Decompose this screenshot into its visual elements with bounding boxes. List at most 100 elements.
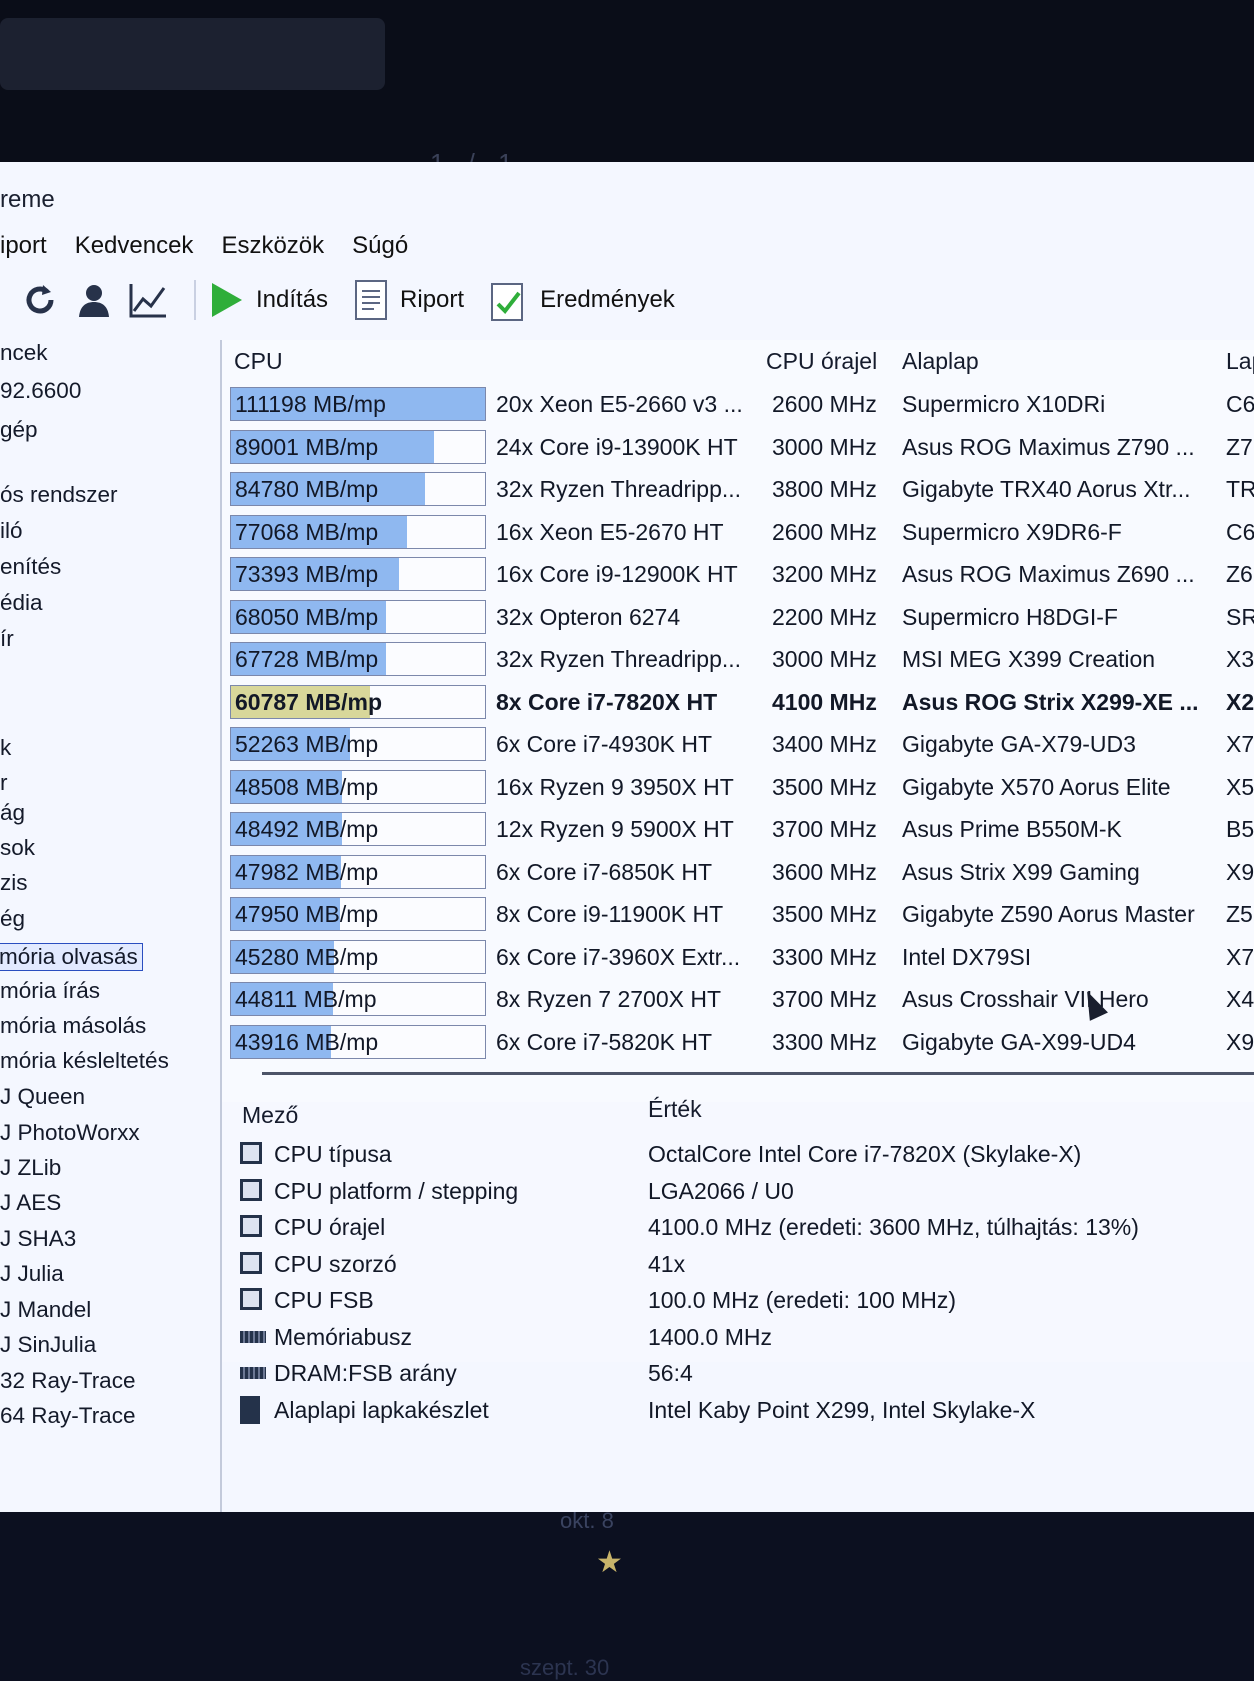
score-value: 45280 MB/mp <box>235 943 379 970</box>
detail-row[interactable]: CPU platform / stepping LGA2066 / U0 <box>222 1173 1254 1209</box>
sidebar-item[interactable]: J PhotoWorxx <box>0 1120 140 1146</box>
sidebar-item[interactable]: iló <box>0 518 23 544</box>
report-button[interactable]: Riport <box>354 279 464 321</box>
detail-row[interactable]: DRAM:FSB arány 56:4 <box>222 1355 1254 1391</box>
sidebar-item[interactable]: mória késleltetés <box>0 1048 169 1074</box>
sidebar-item[interactable]: k <box>0 735 11 761</box>
clock-cell: 3200 MHz <box>772 561 877 587</box>
document-icon <box>355 280 388 320</box>
sidebar-item[interactable]: gép <box>0 417 38 443</box>
cpu-icon <box>240 1251 262 1274</box>
sidebar-item[interactable]: mória másolás <box>0 1013 146 1039</box>
sidebar-item[interactable]: J ZLib <box>0 1155 61 1181</box>
detail-row[interactable]: CPU órajel 4100.0 MHz (eredeti: 3600 MHz,… <box>222 1209 1254 1245</box>
cpu-icon <box>240 1142 262 1164</box>
table-row[interactable]: 67728 MB/mp 32x Ryzen Threadripp... 3000 M… <box>222 639 1254 681</box>
detail-field: Memóriabusz <box>274 1323 413 1350</box>
table-row[interactable]: 48508 MB/mp 16x Ryzen 9 3950X HT 3500 MHz G… <box>222 767 1254 809</box>
table-row[interactable]: 77068 MB/mp 16x Xeon E5-2670 HT 2600 MHz Su… <box>222 512 1254 554</box>
menu-favorites[interactable]: Kedvencek <box>75 232 194 268</box>
detail-row[interactable]: Memóriabusz 1400.0 MHz <box>222 1319 1254 1355</box>
detail-row[interactable]: Alaplapi lapkakészlet Intel Kaby Point X2… <box>222 1392 1254 1428</box>
board-cell: Intel DX79SI <box>902 943 1032 970</box>
cpu-icon <box>240 1288 262 1310</box>
score-bar: 111198 MB/mp <box>230 387 486 421</box>
start-button[interactable]: Indítás <box>208 281 328 319</box>
sidebar-item[interactable]: mória olvasás <box>0 943 143 971</box>
header-board[interactable]: Alaplap <box>902 340 979 382</box>
sidebar-item[interactable]: ág <box>0 800 25 826</box>
detail-value: LGA2066 / U0 <box>648 1177 794 1204</box>
board-cell: Gigabyte GA-X79-UD3 <box>902 731 1136 757</box>
panel-splitter[interactable] <box>262 1072 1254 1075</box>
sidebar-item[interactable]: édia <box>0 590 43 616</box>
chipset-cell: SR <box>1226 603 1254 630</box>
sidebar-item[interactable]: J AES <box>0 1190 61 1216</box>
header-chipset[interactable]: Lap <box>1226 340 1254 382</box>
score-value: 48508 MB/mp <box>235 773 379 800</box>
header-value[interactable]: Érték <box>648 1096 702 1123</box>
detail-row[interactable]: CPU FSB 100.0 MHz (eredeti: 100 MHz) <box>222 1282 1254 1318</box>
benchmark-table: CPU CPU órajel Alaplap Lap 111198 MB/mp 2… <box>222 340 1254 1230</box>
memory-icon <box>240 1367 266 1379</box>
chart-icon[interactable] <box>128 280 168 320</box>
detail-field: CPU típusa <box>274 1141 392 1167</box>
table-row[interactable]: 47982 MB/mp 6x Core i7-6850K HT 3600 MHz As… <box>222 852 1254 894</box>
score-value: 111198 MB/mp <box>235 391 386 417</box>
sidebar-item[interactable]: ós rendszer <box>0 482 118 508</box>
detail-row[interactable]: CPU szorzó 41x <box>222 1246 1254 1282</box>
board-cell: Asus ROG Strix X299-XE ... <box>902 688 1199 715</box>
sidebar-item[interactable]: ír <box>0 626 14 652</box>
table-row[interactable]: 47950 MB/mp 8x Core i9-11900K HT 3500 MHz G… <box>222 894 1254 936</box>
detail-row[interactable]: CPU típusa OctalCore Intel Core i7-7820X … <box>222 1136 1254 1172</box>
toolbar: Indítás Riport Eredmények <box>0 274 1254 326</box>
table-row[interactable]: 68050 MB/mp 32x Opteron 6274 2200 MHz Super… <box>222 597 1254 639</box>
table-row[interactable]: 52263 MB/mp 6x Core i7-4930K HT 3400 MHz Gi… <box>222 724 1254 766</box>
sidebar-item[interactable]: sok <box>0 835 35 861</box>
sidebar-item[interactable]: r <box>0 770 8 796</box>
sidebar-tree[interactable]: ncek 92.6600 gép ós rendszer iló enítés édia ír… <box>0 340 222 1512</box>
sidebar-item[interactable]: 92.6600 <box>0 378 81 404</box>
score-value: 52263 MB/mp <box>235 731 379 757</box>
sidebar-item[interactable]: J SHA3 <box>0 1226 76 1252</box>
header-cpu[interactable]: CPU <box>234 340 283 382</box>
score-bar: 60787 MB/mp <box>230 684 486 719</box>
sidebar-item[interactable]: ncek <box>0 340 48 366</box>
board-cell: Gigabyte GA-X99-UD4 <box>902 1028 1136 1055</box>
cpu-cell: 20x Xeon E5-2660 v3 ... <box>496 391 743 417</box>
menu-tools[interactable]: Eszközök <box>221 232 324 268</box>
score-value: 68050 MB/mp <box>235 603 379 630</box>
sidebar-item[interactable]: 32 Ray-Trace <box>0 1368 135 1394</box>
menu-help[interactable]: Súgó <box>352 232 408 268</box>
header-field[interactable]: Mező <box>242 1102 298 1129</box>
sidebar-item[interactable]: 64 Ray-Trace <box>0 1403 135 1429</box>
refresh-icon[interactable] <box>20 280 60 320</box>
score-value: 48492 MB/mp <box>235 816 379 842</box>
menu-report[interactable]: iport <box>0 232 47 268</box>
header-clock[interactable]: CPU órajel <box>766 340 877 382</box>
table-row[interactable]: 111198 MB/mp 20x Xeon E5-2660 v3 ... 2600 … <box>222 384 1254 426</box>
table-row[interactable]: 45280 MB/mp 6x Core i7-3960X Extr... 3300 … <box>222 937 1254 979</box>
detail-value: 4100.0 MHz (eredeti: 3600 MHz, túlhajtás… <box>648 1214 1139 1240</box>
table-row[interactable]: 43916 MB/mp 6x Core i7-5820K HT 3300 MHz Gi… <box>222 1022 1254 1064</box>
sidebar-item[interactable]: J SinJulia <box>0 1332 96 1358</box>
clock-cell: 3800 MHz <box>772 476 877 502</box>
sidebar-item[interactable]: mória írás <box>0 978 100 1004</box>
sidebar-item[interactable]: J Julia <box>0 1261 64 1287</box>
table-row[interactable]: 48492 MB/mp 12x Ryzen 9 5900X HT 3700 MHz A… <box>222 809 1254 851</box>
user-icon[interactable] <box>74 280 114 320</box>
sidebar-item[interactable]: J Mandel <box>0 1297 91 1323</box>
clock-cell: 4100 MHz <box>772 688 877 715</box>
sidebar-item[interactable]: zis <box>0 870 28 896</box>
results-button[interactable]: Eredmények <box>490 278 675 322</box>
table-row[interactable]: 60787 MB/mp 8x Core i7-7820X HT 4100 MHz As… <box>222 682 1254 724</box>
sidebar-item[interactable]: enítés <box>0 554 61 580</box>
clock-cell: 3300 MHz <box>772 1028 877 1055</box>
table-row[interactable]: 84780 MB/mp 32x Ryzen Threadripp... 3800 M… <box>222 469 1254 511</box>
table-row[interactable]: 89001 MB/mp 24x Core i9-13900K HT 3000 MHz… <box>222 427 1254 469</box>
chipset-cell: Z6 <box>1226 561 1253 587</box>
sidebar-item[interactable]: ég <box>0 906 25 932</box>
table-row[interactable]: 73393 MB/mp 16x Core i9-12900K HT 3200 MHz… <box>222 554 1254 596</box>
sidebar-item[interactable]: J Queen <box>0 1084 85 1110</box>
board-cell: Supermicro X9DR6-F <box>902 518 1122 545</box>
